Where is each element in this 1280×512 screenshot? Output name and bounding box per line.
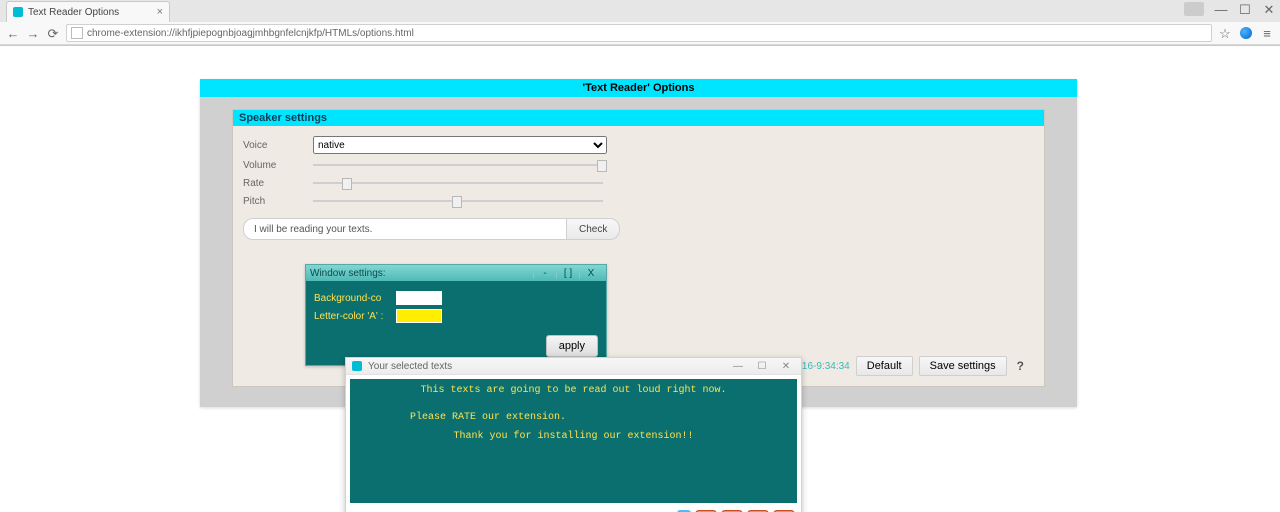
- omnibox[interactable]: chrome-extension://ikhfjpiepognbjoagjmhb…: [66, 24, 1212, 42]
- minimize-icon[interactable]: -: [533, 268, 556, 279]
- rate-label: Rate: [243, 178, 313, 189]
- volume-label: Volume: [243, 160, 313, 171]
- rate-slider[interactable]: [313, 176, 603, 190]
- window-settings-titlebar[interactable]: Window settings: - [ ] X: [306, 265, 606, 281]
- pitch-label: Pitch: [243, 196, 313, 207]
- voice-label: Voice: [243, 140, 313, 151]
- preview-window: Your selected texts — ☐ ✕ This texts are…: [345, 357, 802, 512]
- url-text: chrome-extension://ikhfjpiepognbjoagjmhb…: [87, 28, 414, 39]
- voice-select[interactable]: native: [313, 136, 607, 154]
- volume-slider[interactable]: [313, 158, 603, 172]
- close-icon[interactable]: X: [579, 268, 602, 279]
- tab-favicon: [13, 7, 23, 17]
- preview-toolbar: ⏻ ⟲ ⏸ ⏻: [346, 507, 801, 512]
- page-icon: [71, 27, 83, 39]
- bg-color-label: Background-co: [314, 293, 392, 304]
- tab-title: Text Reader Options: [28, 7, 119, 18]
- window-minimize-icon[interactable]: —: [1214, 2, 1228, 16]
- letter-color-swatch[interactable]: [396, 309, 442, 323]
- address-bar: ← → ⟳ chrome-extension://ikhfjpiepognbjo…: [0, 22, 1280, 45]
- browser-chrome: Text Reader Options × — ☐ ✕ ← → ⟳ chrome…: [0, 0, 1280, 46]
- letter-color-label: Letter-color 'A' :: [314, 311, 392, 322]
- preview-line-2: Please RATE our extension.: [410, 412, 787, 423]
- maximize-icon[interactable]: [ ]: [556, 268, 579, 279]
- preview-favicon: [352, 361, 362, 371]
- preview-minimize-icon[interactable]: —: [729, 361, 747, 372]
- tab-close-icon[interactable]: ×: [157, 6, 163, 18]
- preview-line-1: This texts are going to be read out loud…: [360, 385, 787, 396]
- preview-line-3: Thank you for installing our extension!!: [360, 431, 787, 442]
- tab-strip: Text Reader Options × — ☐ ✕: [0, 0, 1280, 22]
- sample-text-input[interactable]: [243, 218, 567, 240]
- speaker-section-title: Speaker settings: [233, 110, 1044, 126]
- apply-button[interactable]: apply: [546, 335, 598, 357]
- bg-color-swatch[interactable]: [396, 291, 442, 305]
- window-maximize-icon[interactable]: ☐: [1238, 2, 1252, 16]
- preview-maximize-icon[interactable]: ☐: [753, 361, 771, 372]
- window-settings-title: Window settings:: [310, 268, 386, 279]
- help-button[interactable]: ?: [1013, 359, 1028, 373]
- preview-screen: This texts are going to be read out loud…: [350, 379, 797, 503]
- page-title: 'Text Reader' Options: [200, 79, 1077, 97]
- preview-title: Your selected texts: [368, 361, 452, 372]
- default-button[interactable]: Default: [856, 356, 913, 376]
- preview-titlebar[interactable]: Your selected texts — ☐ ✕: [346, 358, 801, 375]
- page-body: 'Text Reader' Options Speaker settings V…: [0, 46, 1280, 512]
- nav-reload-icon[interactable]: ⟳: [46, 26, 60, 40]
- window-close-icon[interactable]: ✕: [1262, 2, 1276, 16]
- browser-tab[interactable]: Text Reader Options ×: [6, 1, 170, 22]
- save-settings-button[interactable]: Save settings: [919, 356, 1007, 376]
- speaker-form: Voice native Volume: [233, 126, 1044, 252]
- check-button[interactable]: Check: [567, 218, 620, 240]
- extension-icon[interactable]: [1240, 27, 1252, 39]
- window-settings-panel: Window settings: - [ ] X Background-co L…: [305, 264, 607, 366]
- window-controls: — ☐ ✕: [1184, 0, 1276, 18]
- menu-icon[interactable]: ≡: [1260, 26, 1274, 40]
- bookmark-star-icon[interactable]: ☆: [1218, 26, 1232, 40]
- preview-close-icon[interactable]: ✕: [777, 361, 795, 372]
- user-badge-icon[interactable]: [1184, 2, 1204, 16]
- nav-back-icon[interactable]: ←: [6, 26, 20, 40]
- nav-forward-icon[interactable]: →: [26, 26, 40, 40]
- pitch-slider[interactable]: [313, 194, 603, 208]
